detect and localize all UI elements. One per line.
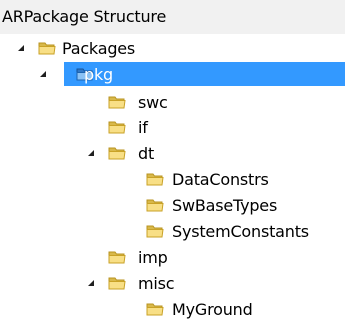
folder-icon [38,40,56,55]
tree-node-misc[interactable]: misc [0,271,345,297]
expand-arrow-icon[interactable] [88,150,94,156]
tree-node-label: dt [138,144,155,163]
folder-icon [108,275,126,290]
tree-node-label: swc [138,93,168,112]
tree-node-swbasetypes[interactable]: SwBaseTypes [0,193,345,219]
folder-icon [108,94,126,109]
tree-node-label: SystemConstants [172,222,309,241]
tree-node-label: pkg [84,65,113,84]
arpackage-structure-panel: ARPackage Structure Packages pkg swc if … [0,0,345,321]
expand-arrow-icon[interactable] [88,280,94,286]
tree-node-imp[interactable]: imp [0,245,345,271]
folder-icon [146,223,164,238]
folder-icon [146,171,164,186]
tree-node-myground[interactable]: MyGround [0,297,345,321]
expand-arrow-icon[interactable] [18,45,24,51]
tree-node-label: imp [138,248,168,267]
tree-node-systemconstants[interactable]: SystemConstants [0,219,345,245]
tree-node-dataconstrs[interactable]: DataConstrs [0,167,345,193]
tree-node-packages[interactable]: Packages [0,36,345,62]
tree-node-label: Packages [62,39,136,58]
tree-node-if[interactable]: if [0,115,345,141]
tree-node-pkg[interactable]: pkg [0,62,345,88]
folder-icon [108,145,126,160]
package-tree[interactable]: Packages pkg swc if dt DataConstrs SwBas… [0,34,345,321]
folder-icon [146,197,164,212]
folder-icon [108,119,126,134]
tree-node-swc[interactable]: swc [0,90,345,116]
tree-node-label: if [138,118,148,137]
tree-node-label: SwBaseTypes [172,196,278,215]
tree-node-label: MyGround [172,300,253,319]
panel-title: ARPackage Structure [0,0,345,34]
folder-icon [108,249,126,264]
folder-icon [146,301,164,316]
tree-node-label: DataConstrs [172,170,269,189]
tree-node-label: misc [138,274,175,293]
expand-arrow-icon[interactable] [40,71,46,77]
tree-node-dt[interactable]: dt [0,141,345,167]
